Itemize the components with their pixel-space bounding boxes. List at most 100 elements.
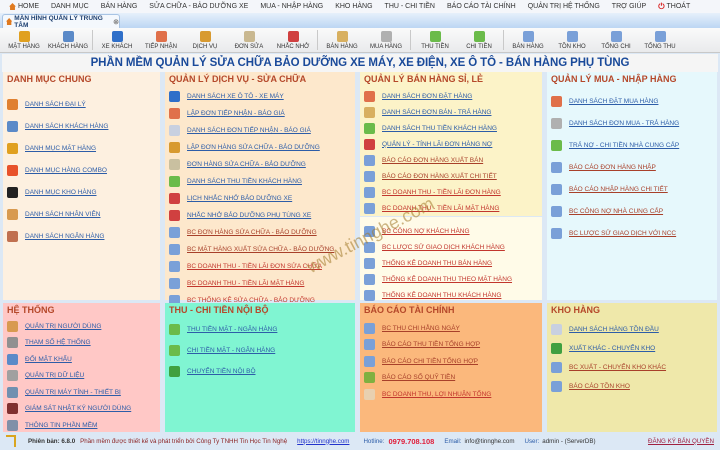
toolbar-ban-hang-button[interactable]: BÁN HÀNG: [506, 31, 550, 52]
link-bao-cao-don-hang-xuat-chi-tiet[interactable]: BÁO CÁO ĐƠN HÀNG XUẤT CHI TIẾT: [364, 168, 538, 184]
link-thong-ke-doanh-thu-ban-hang[interactable]: THỐNG KÊ DOANH THU BÁN HÀNG: [364, 255, 538, 271]
toolbar-label: KHÁCH HÀNG: [48, 44, 88, 50]
link-danh-sach-dai-ly[interactable]: DANH SÁCH ĐẠI LÝ: [7, 93, 156, 115]
toolbar-khach-hang-button[interactable]: KHÁCH HÀNG: [46, 31, 90, 52]
item-icon: [551, 324, 562, 335]
link-danh-muc-mat-hang[interactable]: DANH MỤC MẶT HÀNG: [7, 137, 156, 159]
link-danh-sach-don-ban-tra-hang[interactable]: DANH SÁCH ĐƠN BÁN - TRẢ HÀNG: [364, 104, 538, 120]
menu-home[interactable]: HOME: [3, 3, 45, 10]
toolbar-tong-thu-button[interactable]: TỔNG THU: [638, 31, 682, 52]
link-bao-cao-thu-tien-tong-hop[interactable]: BÁO CÁO THU TIỀN TỔNG HỢP: [364, 337, 538, 354]
menu-tro-giup[interactable]: TRỢ GIÚP: [606, 3, 652, 10]
link-bc-cong-no-khach-hang[interactable]: BC CÔNG NỢ KHÁCH HÀNG: [364, 223, 538, 239]
toolbar-separator: [503, 30, 504, 50]
link-bc-doanh-thu-tien-lai-don-sua-chua[interactable]: BC DOANH THU - TIỀN LÃI ĐƠN SỬA CHỮA: [169, 258, 351, 275]
link-bc-luoc-su-giao-dich-voi-ncc[interactable]: BC LƯỢC SỬ GIAO DỊCH VỚI NCC: [551, 222, 713, 244]
link-lich-nhac-nho-bao-duong-xe[interactable]: LỊCH NHẮC NHỞ BẢO DƯỠNG XE: [169, 190, 351, 207]
link-giam-sat-nhat-ky-nguoi-dung[interactable]: GIÁM SÁT NHẬT KÝ NGƯỜI DÙNG: [7, 401, 156, 418]
link-tra-no-chi-tien-nha-cung-cap[interactable]: TRẢ NỢ - CHI TIỀN NHÀ CUNG CẤP: [551, 134, 713, 156]
link-danh-sach-nhan-vien[interactable]: DANH SÁCH NHÂN VIÊN: [7, 203, 156, 225]
link-danh-sach-thu-tien-khach-hang[interactable]: DANH SÁCH THU TIỀN KHÁCH HÀNG: [364, 120, 538, 136]
toolbar: MẶT HÀNGKHÁCH HÀNG XE KHÁCHTIẾP NHẬNDỊCH …: [0, 28, 720, 53]
link-doi-mat-khau[interactable]: ĐỔI MẬT KHẨU: [7, 351, 156, 368]
link-bc-don-hang-sua-chua-bao-duong[interactable]: BC ĐƠN HÀNG SỬA CHỮA - BẢO DƯỠNG: [169, 224, 351, 241]
link-bc-thu-chi-hang-ngay[interactable]: BC THU CHI HẰNG NGÀY: [364, 320, 538, 337]
link-danh-sach-ngan-hang[interactable]: DANH SÁCH NGÂN HÀNG: [7, 225, 156, 247]
link-chuyen-tien-noi-bo[interactable]: CHUYỂN TIỀN NỘI BỘ: [169, 361, 351, 382]
report-icon: [169, 244, 180, 255]
register-license-link[interactable]: ĐĂNG KÝ BẢN QUYỀN: [648, 438, 714, 445]
link-bao-cao-don-hang-nhap[interactable]: BÁO CÁO ĐƠN HÀNG NHẬP: [551, 156, 713, 178]
link-danh-sach-dat-mua-hang[interactable]: DANH SÁCH ĐẶT MUA HÀNG: [551, 90, 713, 112]
link-lap-don-tiep-nhan-bao-gia[interactable]: LẬP ĐƠN TIẾP NHẬN - BÁO GIÁ: [169, 105, 351, 122]
toolbar-nhac-nho-button[interactable]: NHẮC NHỞ: [271, 31, 315, 52]
link-nhac-nho-bao-duong-phu-tung-xe[interactable]: NHẮC NHỞ BẢO DƯỠNG PHỤ TÙNG XE: [169, 207, 351, 224]
link-thu-tien-mat-ngan-hang[interactable]: THU TIỀN MẶT - NGÂN HÀNG: [169, 319, 351, 340]
menu-kho-hang[interactable]: KHO HÀNG: [329, 3, 378, 10]
menu-mua-nhap-hang[interactable]: MUA - NHẬP HÀNG: [254, 3, 329, 10]
link-danh-muc-hang-combo[interactable]: DANH MỤC HÀNG COMBO: [7, 159, 156, 181]
toolbar-tiep-nhan-button[interactable]: TIẾP NHẬN: [139, 31, 183, 52]
tab-label: MÀN HÌNH QUẢN LÝ TRUNG TÂM: [14, 15, 108, 29]
menu-bao-cao-tai-chinh[interactable]: BÁO CÁO TÀI CHÍNH: [441, 3, 522, 10]
link-bao-cao-so-quy-tien[interactable]: BÁO CÁO SỔ QUỸ TIỀN: [364, 370, 538, 387]
link-danh-sach-don-dat-hang[interactable]: DANH SÁCH ĐƠN ĐẶT HÀNG: [364, 88, 538, 104]
menu-thoat[interactable]: ⏻THOÁT: [652, 2, 696, 12]
link-quan-ly-tinh-lai-don-hang-no[interactable]: QUẢN LÝ - TÍNH LÃI ĐƠN HÀNG NỢ: [364, 136, 538, 152]
link-xuat-khac-chuyen-kho[interactable]: XUẤT KHÁC - CHUYỂN KHO: [551, 339, 713, 358]
tong-thu-icon: [655, 31, 666, 42]
link-bc-mat-hang-xuat-sua-chua-bao-duong[interactable]: BC MẶT HÀNG XUẤT SỬA CHỮA - BẢO DƯỠNG: [169, 241, 351, 258]
menu-danh-muc[interactable]: DANH MỤC: [45, 3, 95, 10]
link-quan-tri-may-tinh-thiet-bi[interactable]: QUẢN TRỊ MÁY TÍNH - THIẾT BỊ: [7, 384, 156, 401]
link-thong-ke-doanh-thu-khach-hang[interactable]: THỐNG KÊ DOANH THU KHÁCH HÀNG: [364, 287, 538, 303]
toolbar-mat-hang-button[interactable]: MẶT HÀNG: [2, 31, 46, 52]
toolbar-don-sua-button[interactable]: ĐƠN SỬA: [227, 31, 271, 52]
link-bc-xuat-chuyen-kho-khac[interactable]: BC XUẤT - CHUYỂN KHO KHÁC: [551, 358, 713, 377]
toolbar-ban-hang-button[interactable]: BÁN HÀNG: [320, 31, 364, 52]
link-don-hang-sua-chua-bao-duong[interactable]: ĐƠN HÀNG SỬA CHỮA - BẢO DƯỠNG: [169, 156, 351, 173]
menu-sua-chua-bao-duong-xe[interactable]: SỬA CHỮA - BẢO DƯỠNG XE: [143, 3, 254, 10]
link-label: CHUYỂN TIỀN NỘI BỘ: [187, 368, 256, 375]
link-bc-luoc-su-giao-dich-khach-hang[interactable]: BC LƯỢC SỬ GIAO DỊCH KHÁCH HÀNG: [364, 239, 538, 255]
link-bao-cao-don-hang-xuat-ban[interactable]: BÁO CÁO ĐƠN HÀNG XUẤT BÁN: [364, 152, 538, 168]
link-chi-tien-mat-ngan-hang[interactable]: CHI TIỀN MẶT - NGÂN HÀNG: [169, 340, 351, 361]
toolbar-chi-tien-button[interactable]: CHI TIỀN: [457, 31, 501, 52]
website-link[interactable]: https://tinnghe.com: [297, 438, 349, 445]
link-danh-sach-thu-tien-khach-hang[interactable]: DANH SÁCH THU TIỀN KHÁCH HÀNG: [169, 173, 351, 190]
link-label: BC DOANH THU - TIỀN LÃI ĐƠN HÀNG: [382, 189, 501, 196]
link-bc-doanh-thu-loi-nhuan-tong[interactable]: BC DOANH THU, LỢI NHUẬN TỔNG: [364, 386, 538, 403]
close-tab-icon[interactable]: ⊗: [113, 18, 119, 26]
link-lap-don-hang-sua-chua-bao-duong[interactable]: LẬP ĐƠN HÀNG SỬA CHỮA - BẢO DƯỠNG: [169, 139, 351, 156]
link-danh-sach-xe-o-to-xe-may[interactable]: DANH SÁCH XE Ô TÔ - XE MÁY: [169, 88, 351, 105]
toolbar-xe-khach-button[interactable]: XE KHÁCH: [95, 31, 139, 52]
toolbar-mua-hang-button[interactable]: MUA HÀNG: [364, 31, 408, 52]
link-bao-cao-chi-tien-tong-hop[interactable]: BÁO CÁO CHI TIỀN TỔNG HỢP: [364, 353, 538, 370]
item-icon: [7, 231, 18, 242]
link-tham-so-he-thong[interactable]: THAM SỐ HỆ THỐNG: [7, 335, 156, 352]
link-quan-tri-du-lieu[interactable]: QUẢN TRỊ DỮ LIỆU: [7, 368, 156, 385]
link-danh-sach-hang-ton-dau[interactable]: DANH SÁCH HÀNG TỒN ĐẦU: [551, 320, 713, 339]
link-bc-cong-no-nha-cung-cap[interactable]: BC CÔNG NỢ NHÀ CUNG CẤP: [551, 200, 713, 222]
link-bc-doanh-thu-tien-lai-don-hang[interactable]: BC DOANH THU - TIỀN LÃI ĐƠN HÀNG: [364, 184, 538, 200]
link-danh-sach-khach-hang[interactable]: DANH SÁCH KHÁCH HÀNG: [7, 115, 156, 137]
link-bc-doanh-thu-tien-lai-mat-hang[interactable]: BC DOANH THU - TIỀN LÃI MẶT HÀNG: [169, 275, 351, 292]
link-bao-cao-nhap-hang-chi-tiet[interactable]: BÁO CÁO NHẬP HÀNG CHI TIẾT: [551, 178, 713, 200]
toolbar-ton-kho-button[interactable]: TỒN KHO: [550, 31, 594, 52]
ban-hang-icon: [337, 31, 348, 42]
menu-ban-hang[interactable]: BÁN HÀNG: [95, 3, 144, 10]
link-danh-muc-kho-hang[interactable]: DANH MỤC KHO HÀNG: [7, 181, 156, 203]
link-bao-cao-ton-kho[interactable]: BÁO CÁO TỒN KHO: [551, 377, 713, 396]
link-danh-sach-don-tiep-nhan-bao-gia[interactable]: DANH SÁCH ĐƠN TIẾP NHẬN - BÁO GIÁ: [169, 122, 351, 139]
tab-main-screen[interactable]: MÀN HÌNH QUẢN LÝ TRUNG TÂM ⊗: [2, 14, 120, 28]
link-thong-ke-doanh-thu-theo-mat-hang[interactable]: THỐNG KÊ DOANH THU THEO MẶT HÀNG: [364, 271, 538, 287]
link-quan-tri-nguoi-dung[interactable]: QUẢN TRỊ NGƯỜI DÙNG: [7, 318, 156, 335]
toolbar-thu-tien-button[interactable]: THU TIỀN: [413, 31, 457, 52]
item-icon: [551, 118, 562, 129]
link-danh-sach-don-mua-tra-hang[interactable]: DANH SÁCH ĐƠN MUA - TRẢ HÀNG: [551, 112, 713, 134]
toolbar-tong-chi-button[interactable]: TỔNG CHI: [594, 31, 638, 52]
link-bc-doanh-thu-tien-lai-mat-hang[interactable]: BC DOANH THU - TIỀN LÃI MẶT HÀNG: [364, 200, 538, 216]
link-label: ĐỔI MẬT KHẨU: [25, 356, 72, 363]
menu-quan-tri-he-thong[interactable]: QUẢN TRỊ HỆ THỐNG: [522, 3, 606, 10]
menu-thu-chi-tien[interactable]: THU - CHI TIỀN: [379, 3, 441, 10]
toolbar-dich-vu-button[interactable]: DỊCH VỤ: [183, 31, 227, 52]
